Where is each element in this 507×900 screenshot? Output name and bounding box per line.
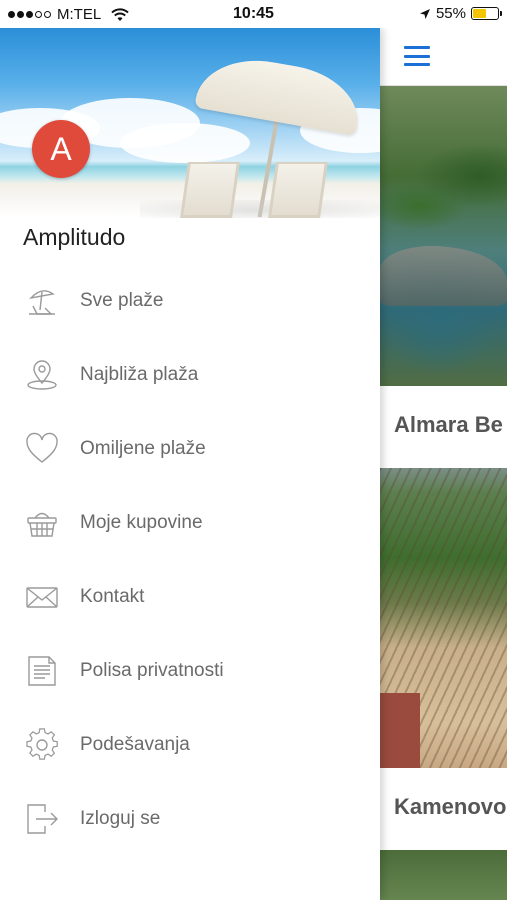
menu-item-kontakt[interactable]: Kontakt [0,560,380,634]
document-icon [24,653,60,689]
beach-chair-image [180,162,240,218]
beach-photo[interactable] [380,850,507,900]
hamburger-menu-icon[interactable] [404,46,430,66]
menu-item-label: Moje kupovine [80,512,203,533]
menu-item-najbliza-plaza[interactable]: Najbliža plaža [0,338,380,412]
status-bar: M:TEL 10:45 55% [0,0,507,28]
main-header [380,28,507,86]
battery-percent: 55% [435,5,466,22]
location-arrow-icon [419,8,430,19]
logout-icon [24,801,60,837]
umbrella-image [194,50,366,136]
menu-item-sve-plaze[interactable]: Sve plaže [0,264,380,338]
menu-item-label: Izloguj se [80,808,161,829]
beach-chair-image [268,162,328,218]
status-right: 55% [419,5,502,22]
beach-card-title[interactable]: Almara Be [380,386,507,468]
basket-icon [24,505,60,541]
beach-umbrella-icon [24,283,60,319]
heart-icon [24,431,60,467]
menu-item-label: Omiljene plaže [80,438,206,459]
envelope-icon [24,579,60,615]
avatar[interactable]: A [32,120,90,178]
battery-icon [471,7,502,20]
drawer-menu: Sve plaže Najbliža plaža Omiljene plaže [0,264,380,856]
beach-photo[interactable] [380,86,507,386]
menu-item-izloguj-se[interactable]: Izloguj se [0,782,380,856]
username: Amplitudo [23,224,126,250]
location-pin-icon [24,357,60,393]
menu-item-label: Podešavanja [80,734,190,755]
beach-card-title[interactable]: Kamenovo [380,768,507,850]
menu-item-label: Najbliža plaža [80,364,199,385]
gear-icon [24,727,60,763]
menu-item-label: Polisa privatnosti [80,660,224,681]
menu-item-omiljene-plaze[interactable]: Omiljene plaže [0,412,380,486]
navigation-drawer: A Amplitudo Sve plaže Najbliža plaža Omi… [0,28,380,900]
main-content: Almara Be Kamenovo [380,28,507,900]
menu-item-moje-kupovine[interactable]: Moje kupovine [0,486,380,560]
beach-photo[interactable] [380,468,507,768]
menu-item-label: Sve plaže [80,290,164,311]
menu-item-podesavanja[interactable]: Podešavanja [0,708,380,782]
menu-item-polisa-privatnosti[interactable]: Polisa privatnosti [0,634,380,708]
menu-item-label: Kontakt [80,586,145,607]
